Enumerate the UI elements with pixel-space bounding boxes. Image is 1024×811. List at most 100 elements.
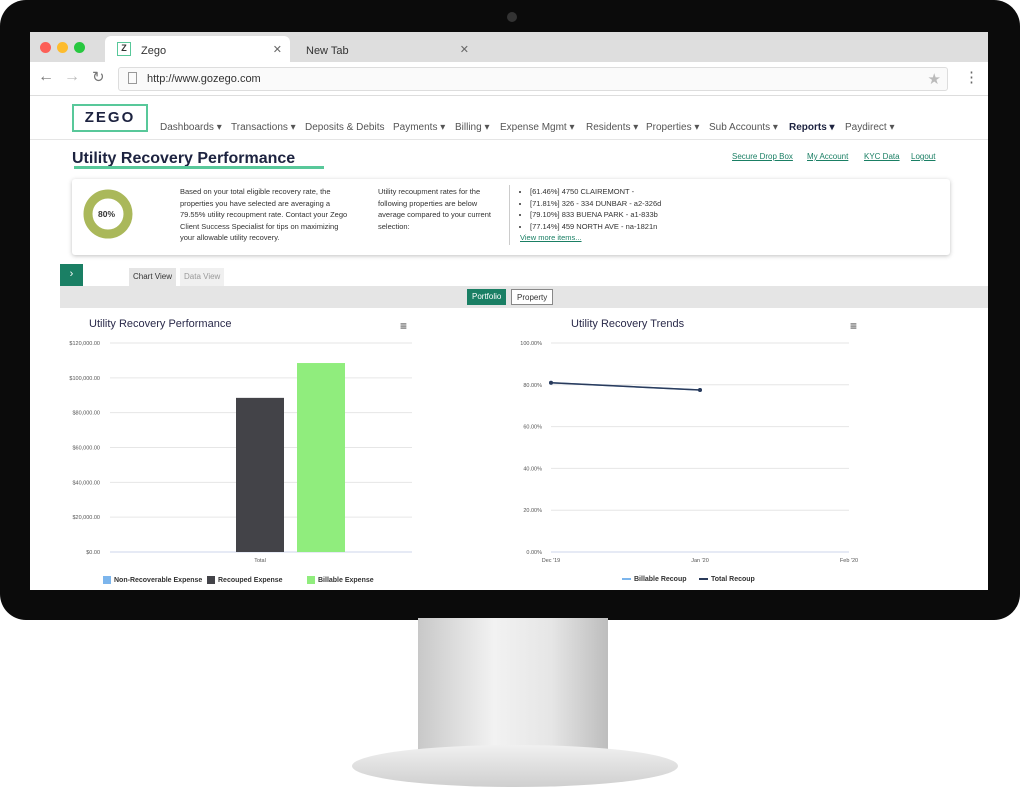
reload-icon[interactable]: ↻ xyxy=(92,68,105,86)
tab-title: New Tab xyxy=(306,45,349,57)
chart-menu-icon[interactable]: ≡ xyxy=(400,319,407,333)
y-tick-label: $60,000.00 xyxy=(72,446,100,452)
legend-marker xyxy=(622,578,631,581)
top-link[interactable]: KYC Data xyxy=(864,152,900,161)
y-tick-label: $40,000.00 xyxy=(72,480,100,486)
menu-icon[interactable]: ⋮ xyxy=(964,68,979,86)
legend-item[interactable]: Non-Recoverable Expense xyxy=(103,576,202,584)
close-tab-icon[interactable]: ✕ xyxy=(273,43,282,56)
nav-item[interactable]: Billing ▾ xyxy=(455,122,489,133)
divider xyxy=(509,185,510,245)
tab-data-view[interactable]: Data View xyxy=(180,268,225,286)
legend-label: Recouped Expense xyxy=(218,576,283,584)
line-chart-title: Utility Recovery Trends xyxy=(571,318,685,330)
property-button[interactable]: Property xyxy=(511,289,554,305)
url-input[interactable]: http://www.gozego.com ★ xyxy=(118,67,948,91)
data-point xyxy=(698,388,702,393)
below-average-property: [77.14%] 459 NORTH AVE - na-1821n xyxy=(530,221,830,233)
monitor-stand xyxy=(418,618,608,758)
bookmark-star-icon[interactable]: ★ xyxy=(928,70,941,88)
monitor-base xyxy=(352,745,678,787)
portfolio-button[interactable]: Portfolio xyxy=(467,289,507,305)
url-text: http://www.gozego.com xyxy=(147,73,261,85)
data-point xyxy=(698,388,702,393)
bar-recouped-expense xyxy=(236,397,284,552)
y-tick-label: $120,000.00 xyxy=(69,341,100,347)
bar-billable-expense xyxy=(297,363,345,552)
legend-item[interactable]: Billable Expense xyxy=(307,576,374,584)
charts-canvas: $0.00 $20,000.00 $40,000.00 $60,000.00 $80,0… xyxy=(69,341,858,564)
legend-item[interactable]: Billable Recoup xyxy=(622,576,687,583)
top-link[interactable]: Logout xyxy=(911,152,935,161)
nav-item[interactable]: Reports ▾ xyxy=(789,122,835,133)
series-line-total-recoup xyxy=(550,381,701,391)
legend-marker xyxy=(207,576,215,584)
top-link[interactable]: My Account xyxy=(807,152,848,161)
legend-label: Non-Recoverable Expense xyxy=(114,576,203,584)
below-average-property: [79.10%] 833 BUENA PARK - a1-833b xyxy=(530,209,830,221)
nav-item[interactable]: Transactions ▾ xyxy=(231,122,296,133)
browser-tab-zego[interactable]: Z Zego ✕ xyxy=(105,36,290,62)
legend-label: Total Recoup xyxy=(711,576,755,583)
x-tick-label: Jan '20 xyxy=(691,558,709,564)
y-tick-label: 40.00% xyxy=(523,466,542,472)
below-average-list: [61.46%] 4750 CLAIREMONT -[71.81%] 326 -… xyxy=(530,186,830,232)
y-tick-label: 100.00% xyxy=(520,341,542,347)
gauge-label: 80% xyxy=(98,209,116,219)
below-average-property: [61.46%] 4750 CLAIREMONT - xyxy=(530,186,830,198)
nav-item[interactable]: Properties ▾ xyxy=(646,122,699,133)
zego-favicon: Z xyxy=(117,42,131,56)
legend-item[interactable]: Total Recoup xyxy=(699,576,755,583)
title-underline xyxy=(74,166,324,169)
chart-menu-icon[interactable]: ≡ xyxy=(850,319,857,333)
legend-marker xyxy=(103,576,111,584)
minimize-window-icon[interactable] xyxy=(57,42,68,53)
browser-tab-new[interactable]: New Tab ✕ xyxy=(292,36,477,62)
below-average-text: Utility recoupment rates for the followi… xyxy=(378,187,491,231)
zego-logo[interactable]: ZEGO xyxy=(72,104,148,132)
tab-title: Zego xyxy=(141,45,167,57)
x-tick-label: Feb '20 xyxy=(840,558,858,564)
data-point xyxy=(549,380,553,385)
summary-text: Based on your total eligible recovery ra… xyxy=(180,187,348,242)
legend-label: Billable Recoup xyxy=(634,576,687,583)
nav-item[interactable]: Deposits & Debits xyxy=(305,122,384,133)
below-average-property: [71.81%] 326 - 334 DUNBAR - a2-326d xyxy=(530,198,830,210)
y-tick-label: 20.00% xyxy=(523,508,542,514)
legend-marker xyxy=(699,578,708,581)
top-link[interactable]: Secure Drop Box xyxy=(732,152,793,161)
bar-chart-title: Utility Recovery Performance xyxy=(89,318,232,330)
nav-item[interactable]: Payments ▾ xyxy=(393,122,445,133)
nav-item[interactable]: Dashboards ▾ xyxy=(160,122,222,133)
y-tick-label: $80,000.00 xyxy=(72,411,100,417)
forward-icon[interactable]: → xyxy=(64,68,80,86)
y-tick-label: $0.00 xyxy=(86,550,100,556)
legend-label: Billable Expense xyxy=(318,576,374,584)
camera-icon xyxy=(507,12,517,22)
maximize-window-icon[interactable] xyxy=(74,42,85,53)
y-tick-label: 60.00% xyxy=(523,425,542,431)
y-tick-label: 0.00% xyxy=(526,550,542,556)
page-icon xyxy=(128,72,137,84)
x-tick-label: Dec '19 xyxy=(542,558,560,564)
nav-item[interactable]: Residents ▾ xyxy=(586,122,638,133)
legend-item[interactable]: Recouped Expense xyxy=(207,576,283,584)
divider xyxy=(30,139,988,140)
address-bar-row: ← → ↻ http://www.gozego.com ★ ⋮ xyxy=(30,62,988,96)
y-tick-label: 80.00% xyxy=(523,383,542,389)
browser-window: Z Zego ✕ New Tab ✕ ← → ↻ http://www.goze… xyxy=(30,32,988,590)
close-tab-icon[interactable]: ✕ xyxy=(460,43,469,56)
close-window-icon[interactable] xyxy=(40,42,51,53)
expand-sidebar-button[interactable]: › xyxy=(60,264,83,286)
view-more-link[interactable]: View more items... xyxy=(520,232,582,244)
back-icon[interactable]: ← xyxy=(38,68,54,86)
summary-card: 80% Based on your total eligible recover… xyxy=(72,179,950,255)
nav-item[interactable]: Sub Accounts ▾ xyxy=(709,122,778,133)
series-line-billable-recoup xyxy=(550,381,701,391)
tab-chart-view[interactable]: Chart View xyxy=(129,268,176,286)
legend-marker xyxy=(307,576,315,584)
tab-bar: Z Zego ✕ New Tab ✕ xyxy=(30,32,988,62)
x-tick-label: Total xyxy=(254,558,266,564)
nav-item[interactable]: Paydirect ▾ xyxy=(845,122,894,133)
nav-item[interactable]: Expense Mgmt ▾ xyxy=(500,122,575,133)
